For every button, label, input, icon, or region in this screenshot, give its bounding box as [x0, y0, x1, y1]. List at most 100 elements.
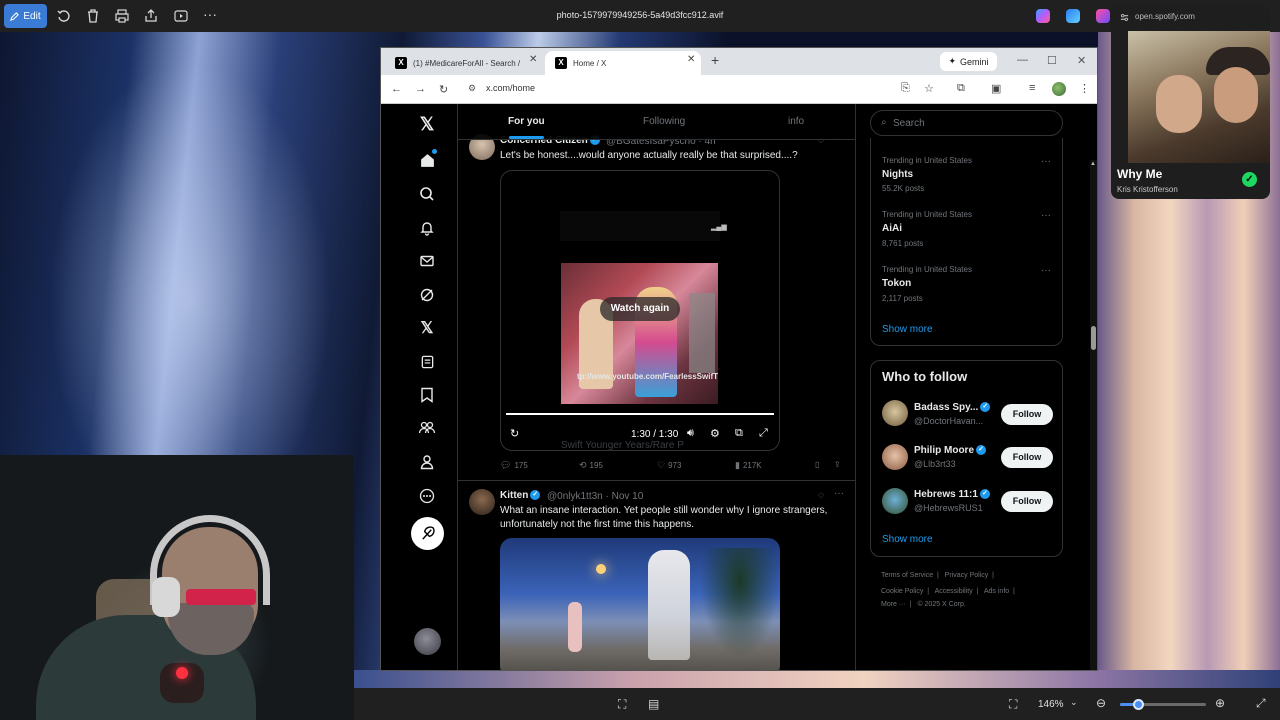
profile-icon[interactable] [417, 452, 437, 472]
trends-show-more[interactable]: Show more [882, 324, 933, 335]
crop-icon[interactable]: ⛶ [618, 697, 634, 713]
user-name[interactable]: Badass Spy... ✓ [914, 402, 991, 413]
back-icon[interactable]: ← [391, 83, 402, 95]
close-tab-icon[interactable]: ✕ [529, 54, 537, 65]
x-logo-icon[interactable]: 𝕏 [417, 114, 437, 134]
close-window-icon[interactable]: ✕ [1077, 54, 1086, 67]
footer-link[interactable]: Cookie Policy [881, 588, 923, 595]
verified-badge-icon: ✓ [530, 490, 541, 501]
zoom-in-icon[interactable]: ⊕ [1215, 696, 1231, 712]
tweet-text: What an insane interaction. Yet people s… [500, 505, 828, 530]
notifications-bell-icon[interactable] [417, 218, 437, 238]
tab-home-x[interactable]: X Home / X [545, 51, 701, 75]
footer-more-link[interactable]: More ··· [881, 601, 906, 608]
watch-again-button[interactable]: Watch again [600, 297, 680, 321]
tweet-author[interactable]: Kitten ✓ [500, 490, 541, 501]
who-to-follow-show-more[interactable]: Show more [882, 534, 933, 545]
designer-icon[interactable] [1066, 9, 1080, 23]
minimize-icon[interactable]: — [1017, 54, 1028, 66]
tweet-media[interactable] [500, 538, 780, 670]
url-field[interactable]: x.com/home [486, 83, 535, 93]
volume-icon[interactable]: 🔊︎ [687, 427, 694, 440]
account-avatar[interactable] [414, 628, 441, 655]
zoom-level[interactable]: 146% [1038, 699, 1064, 710]
explore-search-icon[interactable] [417, 184, 437, 204]
follow-button[interactable]: Follow [1001, 404, 1053, 425]
replay-icon[interactable]: ↻ [510, 427, 519, 440]
user-name[interactable]: Philip Moore ✓ [914, 445, 986, 456]
new-tab-icon[interactable]: + [711, 52, 719, 68]
tab-medicare-search[interactable]: X (1) #MedicareForAll - Search / X [385, 51, 545, 75]
forward-icon[interactable]: → [415, 83, 426, 95]
footer-link[interactable]: Terms of Service [881, 572, 933, 579]
install-app-icon[interactable]: ⎘ [901, 82, 910, 95]
compose-post-button[interactable] [411, 517, 444, 550]
tab-info[interactable]: info [788, 116, 804, 127]
user-handle: @Llb3rt33 [914, 459, 956, 469]
close-tab-icon[interactable]: ✕ [687, 54, 695, 65]
zoom-dropdown-chevron-icon[interactable]: ⌄ [1070, 697, 1086, 713]
zoom-out-icon[interactable]: ⊖ [1096, 696, 1112, 712]
reply-action[interactable]: 💬︎ 175 [500, 460, 528, 471]
copilot-icon[interactable] [1036, 9, 1050, 23]
more-circle-icon[interactable] [417, 486, 437, 506]
follow-button[interactable]: Follow [1001, 447, 1053, 468]
trend-more-icon[interactable]: ··· [1041, 265, 1051, 276]
bookmarks-icon[interactable] [417, 385, 437, 405]
video-progress-bar[interactable] [506, 413, 774, 415]
maximize-icon[interactable]: ☐ [1047, 54, 1057, 67]
like-action[interactable]: ♡ 973 [657, 460, 681, 471]
pip-icon[interactable]: ⧉ [735, 427, 743, 440]
bookmark-star-icon[interactable]: ☆ [924, 82, 934, 95]
split-view-icon[interactable]: ▣ [991, 82, 1001, 95]
video-settings-icon[interactable]: ⚙ [710, 427, 720, 440]
user-avatar[interactable] [882, 444, 908, 470]
user-avatar[interactable] [882, 400, 908, 426]
search-icon: ⌕ [881, 117, 887, 128]
follow-button[interactable]: Follow [1001, 491, 1053, 512]
premium-x-icon[interactable]: 𝕏 [417, 318, 437, 338]
tweet-avatar[interactable] [469, 489, 495, 515]
footer-link[interactable]: Privacy Policy [945, 572, 989, 579]
reload-icon[interactable]: ↻ [439, 83, 448, 96]
user-avatar[interactable] [882, 488, 908, 514]
browser-menu-icon[interactable]: ⋮ [1079, 82, 1090, 95]
scrollbar-thumb[interactable] [1091, 326, 1096, 350]
webcam-feed [0, 455, 354, 720]
extensions-icon[interactable]: ⧉ [957, 82, 965, 95]
fit-to-window-icon[interactable]: ⛶ [1009, 697, 1025, 713]
repost-action[interactable]: ⟲ 195 [579, 460, 603, 471]
site-info-icon[interactable]: ⚙ [468, 83, 476, 94]
video-player[interactable]: ▂▄▆ tp://www.youtube.com/FearlessSwifT W… [500, 170, 780, 451]
text-recognition-icon[interactable]: ▤ [648, 697, 664, 713]
footer-link[interactable]: Accessibility [935, 588, 973, 595]
communities-icon[interactable] [417, 418, 437, 438]
share-tweet-icon[interactable]: ⇪ [834, 460, 841, 469]
gemini-button[interactable]: ✦ Gemini [940, 52, 997, 71]
tweet-handle[interactable]: @0nlyk1tt3n · Nov 10 [547, 491, 643, 502]
saved-check-icon[interactable]: ✓ [1242, 172, 1257, 187]
clipchamp-icon[interactable] [1096, 9, 1110, 23]
spotify-now-playing[interactable]: open.spotify.com Why Me Kris Kristoffers… [1111, 5, 1270, 199]
grok-analyze-icon[interactable]: ◌ [818, 490, 824, 501]
tab-following[interactable]: Following [643, 116, 685, 127]
tweet-more-icon[interactable]: ··· [834, 488, 844, 499]
trend-more-icon[interactable]: ··· [1041, 210, 1051, 221]
fullscreen-expand-icon[interactable]: ⤢ [1256, 696, 1272, 712]
scroll-up-icon[interactable]: ▲ [1090, 161, 1096, 167]
zoom-slider-thumb[interactable] [1133, 699, 1144, 710]
page-scrollbar[interactable]: ▲ ▼ [1090, 160, 1097, 670]
trend-more-icon[interactable]: ··· [1041, 156, 1051, 167]
views-action[interactable]: ▮ 217K [735, 460, 762, 471]
search-input[interactable]: ⌕ Search [870, 110, 1063, 136]
reading-list-icon[interactable]: ≡ [1029, 82, 1035, 94]
footer-link[interactable]: Ads info [984, 588, 1009, 595]
fullscreen-icon[interactable]: ⤢ [759, 427, 768, 440]
bookmark-icon[interactable]: ▯ [815, 460, 819, 469]
user-name[interactable]: Hebrews 11:1 ✓ [914, 489, 990, 500]
grok-icon[interactable] [417, 285, 437, 305]
messages-envelope-icon[interactable] [417, 251, 437, 271]
lists-icon[interactable] [417, 352, 437, 372]
profile-avatar[interactable] [1052, 82, 1066, 96]
tab-for-you[interactable]: For you [508, 116, 545, 127]
